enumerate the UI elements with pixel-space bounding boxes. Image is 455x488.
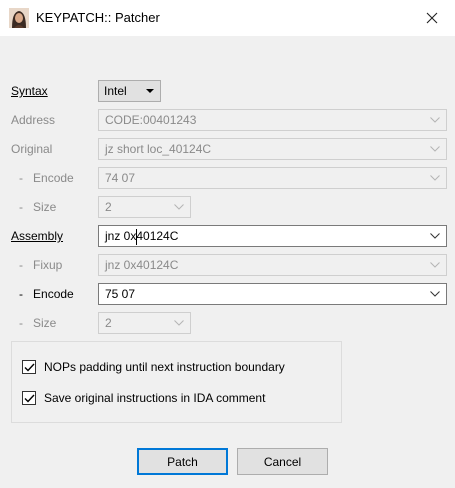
original-encode-combo: 74 07 xyxy=(98,167,447,189)
patch-button[interactable]: Patch xyxy=(137,448,228,475)
size-combo: 2 xyxy=(98,312,191,334)
nops-padding-label[interactable]: NOPs padding until next instruction boun… xyxy=(44,360,285,374)
assembly-label-text: Assembly xyxy=(11,229,64,243)
check-icon xyxy=(24,363,35,372)
title-bar: KEYPATCH:: Patcher xyxy=(0,0,455,36)
chevron-down-icon xyxy=(429,110,441,130)
app-avatar-icon xyxy=(9,8,29,28)
fixup-combo: jnz 0x40124C xyxy=(98,254,447,276)
fixup-dash: - xyxy=(19,258,23,272)
nops-padding-checkbox[interactable] xyxy=(22,360,36,374)
size-label-text: Size xyxy=(33,316,57,330)
original-size-value: 2 xyxy=(105,200,112,214)
cancel-button[interactable]: Cancel xyxy=(237,448,328,475)
save-comment-checkbox[interactable] xyxy=(22,391,36,405)
original-size-label-text: Size xyxy=(33,200,57,214)
encode-label: - Encode xyxy=(19,287,74,301)
original-encode-label: - Encode xyxy=(19,171,74,185)
syntax-value: Intel xyxy=(104,84,127,98)
original-value: jz short loc_40124C xyxy=(105,142,212,156)
address-label: Address xyxy=(11,113,56,127)
save-comment-checkbox-row[interactable]: Save original instructions in IDA commen… xyxy=(22,391,265,405)
encode-label-text: Encode xyxy=(33,287,74,301)
window-title: KEYPATCH:: Patcher xyxy=(36,10,160,25)
encode-value: 75 07 xyxy=(105,287,136,301)
check-icon xyxy=(24,394,35,403)
chevron-down-icon xyxy=(173,313,185,333)
chevron-down-icon xyxy=(429,168,441,188)
close-button[interactable] xyxy=(409,0,455,36)
dropdown-arrow-icon xyxy=(146,89,154,93)
dialog-body: Syntax Intel Address CODE:00401243 Origi… xyxy=(0,36,455,488)
original-label: Original xyxy=(11,142,53,156)
options-group xyxy=(11,341,342,423)
original-encode-dash: - xyxy=(19,171,23,185)
encode-dash: - xyxy=(19,287,23,301)
chevron-down-icon xyxy=(429,255,441,275)
save-comment-label[interactable]: Save original instructions in IDA commen… xyxy=(44,391,265,405)
address-value: CODE:00401243 xyxy=(105,113,197,127)
fixup-label-text: Fixup xyxy=(33,258,63,272)
chevron-down-icon xyxy=(173,197,185,217)
chevron-down-icon xyxy=(429,139,441,159)
fixup-value: jnz 0x40124C xyxy=(105,258,179,272)
syntax-label-text: Syntax xyxy=(11,84,48,98)
assembly-label: Assembly xyxy=(11,229,63,243)
close-icon xyxy=(426,12,438,24)
assembly-input[interactable]: jnz 0x40124C xyxy=(98,225,447,247)
encode-input[interactable]: 75 07 xyxy=(98,283,447,305)
original-encode-label-text: Encode xyxy=(33,171,74,185)
size-dash: - xyxy=(19,316,23,330)
text-caret xyxy=(136,229,137,245)
fixup-label: - Fixup xyxy=(19,258,62,272)
syntax-label: Syntax xyxy=(11,84,48,98)
nops-padding-checkbox-row[interactable]: NOPs padding until next instruction boun… xyxy=(22,360,285,374)
syntax-select[interactable]: Intel xyxy=(98,80,161,102)
chevron-down-icon[interactable] xyxy=(429,226,441,246)
chevron-down-icon[interactable] xyxy=(429,284,441,304)
original-size-combo: 2 xyxy=(98,196,191,218)
original-encode-value: 74 07 xyxy=(105,171,136,185)
original-combo: jz short loc_40124C xyxy=(98,138,447,160)
size-value: 2 xyxy=(105,316,112,330)
assembly-value: jnz 0x40124C xyxy=(105,229,179,243)
original-size-dash: - xyxy=(19,200,23,214)
size-label: - Size xyxy=(19,316,56,330)
address-combo: CODE:00401243 xyxy=(98,109,447,131)
original-size-label: - Size xyxy=(19,200,56,214)
